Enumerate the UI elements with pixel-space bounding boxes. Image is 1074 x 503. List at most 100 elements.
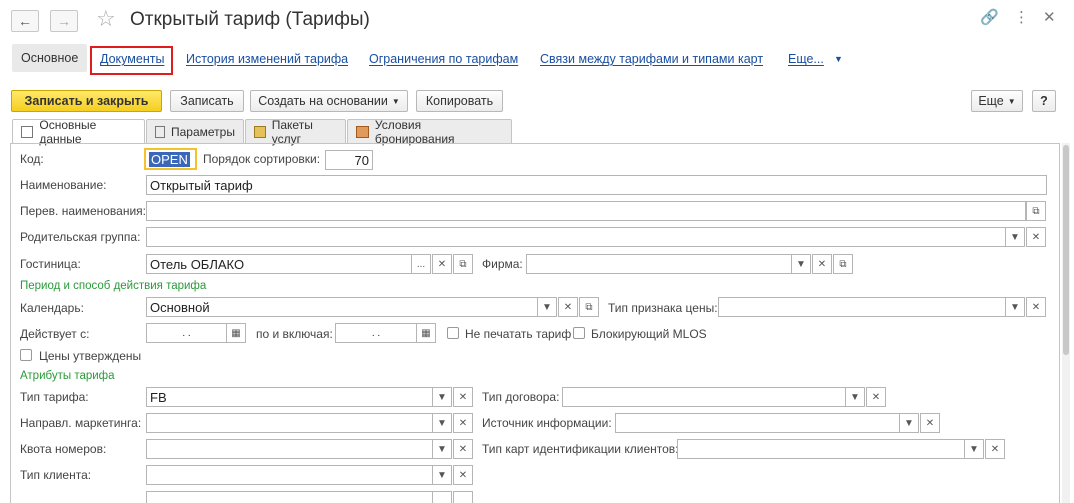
name-label: Наименование: (20, 178, 107, 192)
calendar-icon[interactable]: ▦ (416, 323, 436, 343)
chevron-down-icon[interactable]: ▼ (432, 387, 452, 407)
page-title: Открытый тариф (Тарифы) (130, 9, 370, 30)
no-print-label: Не печатать тариф (465, 327, 572, 341)
tariff-type-label: Тип тарифа: (20, 390, 89, 404)
tab-params[interactable]: Параметры (146, 119, 244, 143)
valid-to-field[interactable]: . . (335, 323, 417, 343)
tab-booking[interactable]: Условия бронирования (347, 118, 512, 146)
chevron-down-icon: ▼ (834, 54, 843, 64)
nav-more[interactable]: Еще... (788, 52, 824, 66)
contract-type-field[interactable] (562, 387, 846, 407)
code-field[interactable]: OPEN (144, 148, 197, 170)
open-icon[interactable]: ⧉ (1026, 201, 1046, 221)
client-cards-field[interactable] (677, 439, 965, 459)
price-type-field[interactable] (718, 297, 1006, 317)
approved-checkbox[interactable] (20, 349, 32, 361)
copy-button[interactable]: Копировать (416, 90, 503, 112)
table-icon (21, 126, 34, 138)
calendar-label: Календарь: (20, 301, 84, 315)
no-print-checkbox[interactable] (447, 327, 459, 339)
save-close-button[interactable]: Записать и закрыть (11, 90, 162, 112)
help-button[interactable]: ? (1032, 90, 1056, 112)
firm-field[interactable] (526, 254, 792, 274)
chevron-down-icon[interactable]: ▼ (899, 413, 919, 433)
period-section: Период и способ действия тарифа (20, 280, 207, 292)
vertical-dots-icon[interactable]: ⋮ (1014, 8, 1029, 26)
document-icon (155, 125, 165, 138)
chevron-down-icon[interactable]: ▼ (432, 413, 452, 433)
save-button[interactable]: Записать (170, 90, 244, 112)
quota-field[interactable] (146, 439, 433, 459)
clear-icon[interactable]: ✕ (812, 254, 832, 274)
parent-field[interactable] (146, 227, 1006, 247)
more-button[interactable]: Еще ▼ (971, 90, 1023, 112)
open-icon[interactable]: ⧉ (579, 297, 599, 317)
clear-icon[interactable]: ✕ (985, 439, 1005, 459)
chevron-down-icon: ▼ (391, 96, 400, 106)
client-cards-label: Тип карт идентификации клиентов: (482, 442, 679, 456)
open-icon[interactable]: ⧉ (453, 254, 473, 274)
parent-label: Родительская группа: (20, 230, 141, 244)
create-based-button[interactable]: Создать на основании ▼ (250, 90, 408, 112)
close-icon[interactable]: ✕ (1043, 8, 1056, 26)
chevron-down-icon[interactable]: ▼ (845, 387, 865, 407)
firm-label: Фирма: (482, 257, 523, 271)
star-icon[interactable]: ☆ (96, 6, 116, 32)
chevron-down-icon[interactable]: ▼ (537, 297, 557, 317)
ellipsis-icon[interactable]: ... (411, 254, 431, 274)
hotel-label: Гостиница: (20, 257, 81, 271)
clear-icon[interactable]: ✕ (453, 465, 473, 485)
code-label: Код: (20, 152, 44, 166)
chevron-down-icon[interactable]: ▼ (432, 439, 452, 459)
open-icon[interactable]: ⧉ (833, 254, 853, 274)
clear-icon[interactable]: ✕ (920, 413, 940, 433)
client-type-field[interactable] (146, 465, 433, 485)
tab-main-data-label: Основные данные (39, 118, 97, 146)
calendar-field[interactable]: Основной (146, 297, 538, 317)
client-type-label: Тип клиента: (20, 468, 92, 482)
mlos-checkbox[interactable] (573, 327, 585, 339)
chevron-down-icon[interactable]: ▼ (791, 254, 811, 274)
sort-field[interactable]: 70 (325, 150, 373, 170)
nav-main[interactable]: Основное (12, 44, 88, 72)
name-field[interactable]: Открытый тариф (146, 175, 1047, 195)
next-field-partial[interactable] (146, 491, 433, 503)
clear-icon[interactable]: ✕ (866, 387, 886, 407)
hotel-field[interactable]: Отель ОБЛАКО (146, 254, 412, 274)
tab-packages[interactable]: Пакеты услуг (245, 117, 346, 146)
valid-to-label: по и включая: (256, 327, 333, 341)
more-label: Еще (978, 94, 1004, 108)
chevron-down-icon[interactable]: ▼ (1005, 227, 1025, 247)
tariff-type-field[interactable]: FB (146, 387, 433, 407)
chevron-down-icon[interactable]: ▼ (964, 439, 984, 459)
nav-links[interactable]: Связи между тарифами и типами карт (540, 52, 763, 66)
nav-restrictions[interactable]: Ограничения по тарифам (369, 52, 518, 66)
clear-icon[interactable]: ✕ (432, 254, 452, 274)
arrow-right-icon: → (57, 13, 71, 29)
marketing-field[interactable] (146, 413, 433, 433)
valid-from-field[interactable]: . . (146, 323, 227, 343)
scrollbar-thumb[interactable] (1063, 145, 1069, 355)
clear-icon[interactable]: ✕ (1026, 227, 1046, 247)
chevron-down-icon[interactable]: ▼ (432, 465, 452, 485)
info-source-field[interactable] (615, 413, 900, 433)
chevron-down-icon[interactable] (432, 491, 452, 503)
forward-button[interactable]: → (50, 10, 78, 32)
tab-params-label: Параметры (171, 124, 235, 139)
nav-history[interactable]: История изменений тарифа (186, 52, 348, 66)
chevron-down-icon[interactable]: ▼ (1005, 297, 1025, 317)
attrs-section: Атрибуты тарифа (20, 370, 115, 382)
clear-icon[interactable]: ✕ (453, 439, 473, 459)
calendar-icon[interactable]: ▦ (226, 323, 246, 343)
tab-main-data[interactable]: Основные данные (12, 118, 145, 146)
clear-icon[interactable]: ✕ (558, 297, 578, 317)
clear-icon[interactable]: ✕ (1026, 297, 1046, 317)
clear-icon[interactable]: ✕ (453, 387, 473, 407)
back-button[interactable]: ← (11, 10, 39, 32)
clear-icon[interactable] (453, 491, 473, 503)
clear-icon[interactable]: ✕ (453, 413, 473, 433)
trans-field[interactable] (146, 201, 1026, 221)
tab-packages-label: Пакеты услуг (271, 117, 313, 146)
link-icon[interactable]: 🔗 (980, 8, 999, 26)
package-icon (254, 125, 266, 138)
